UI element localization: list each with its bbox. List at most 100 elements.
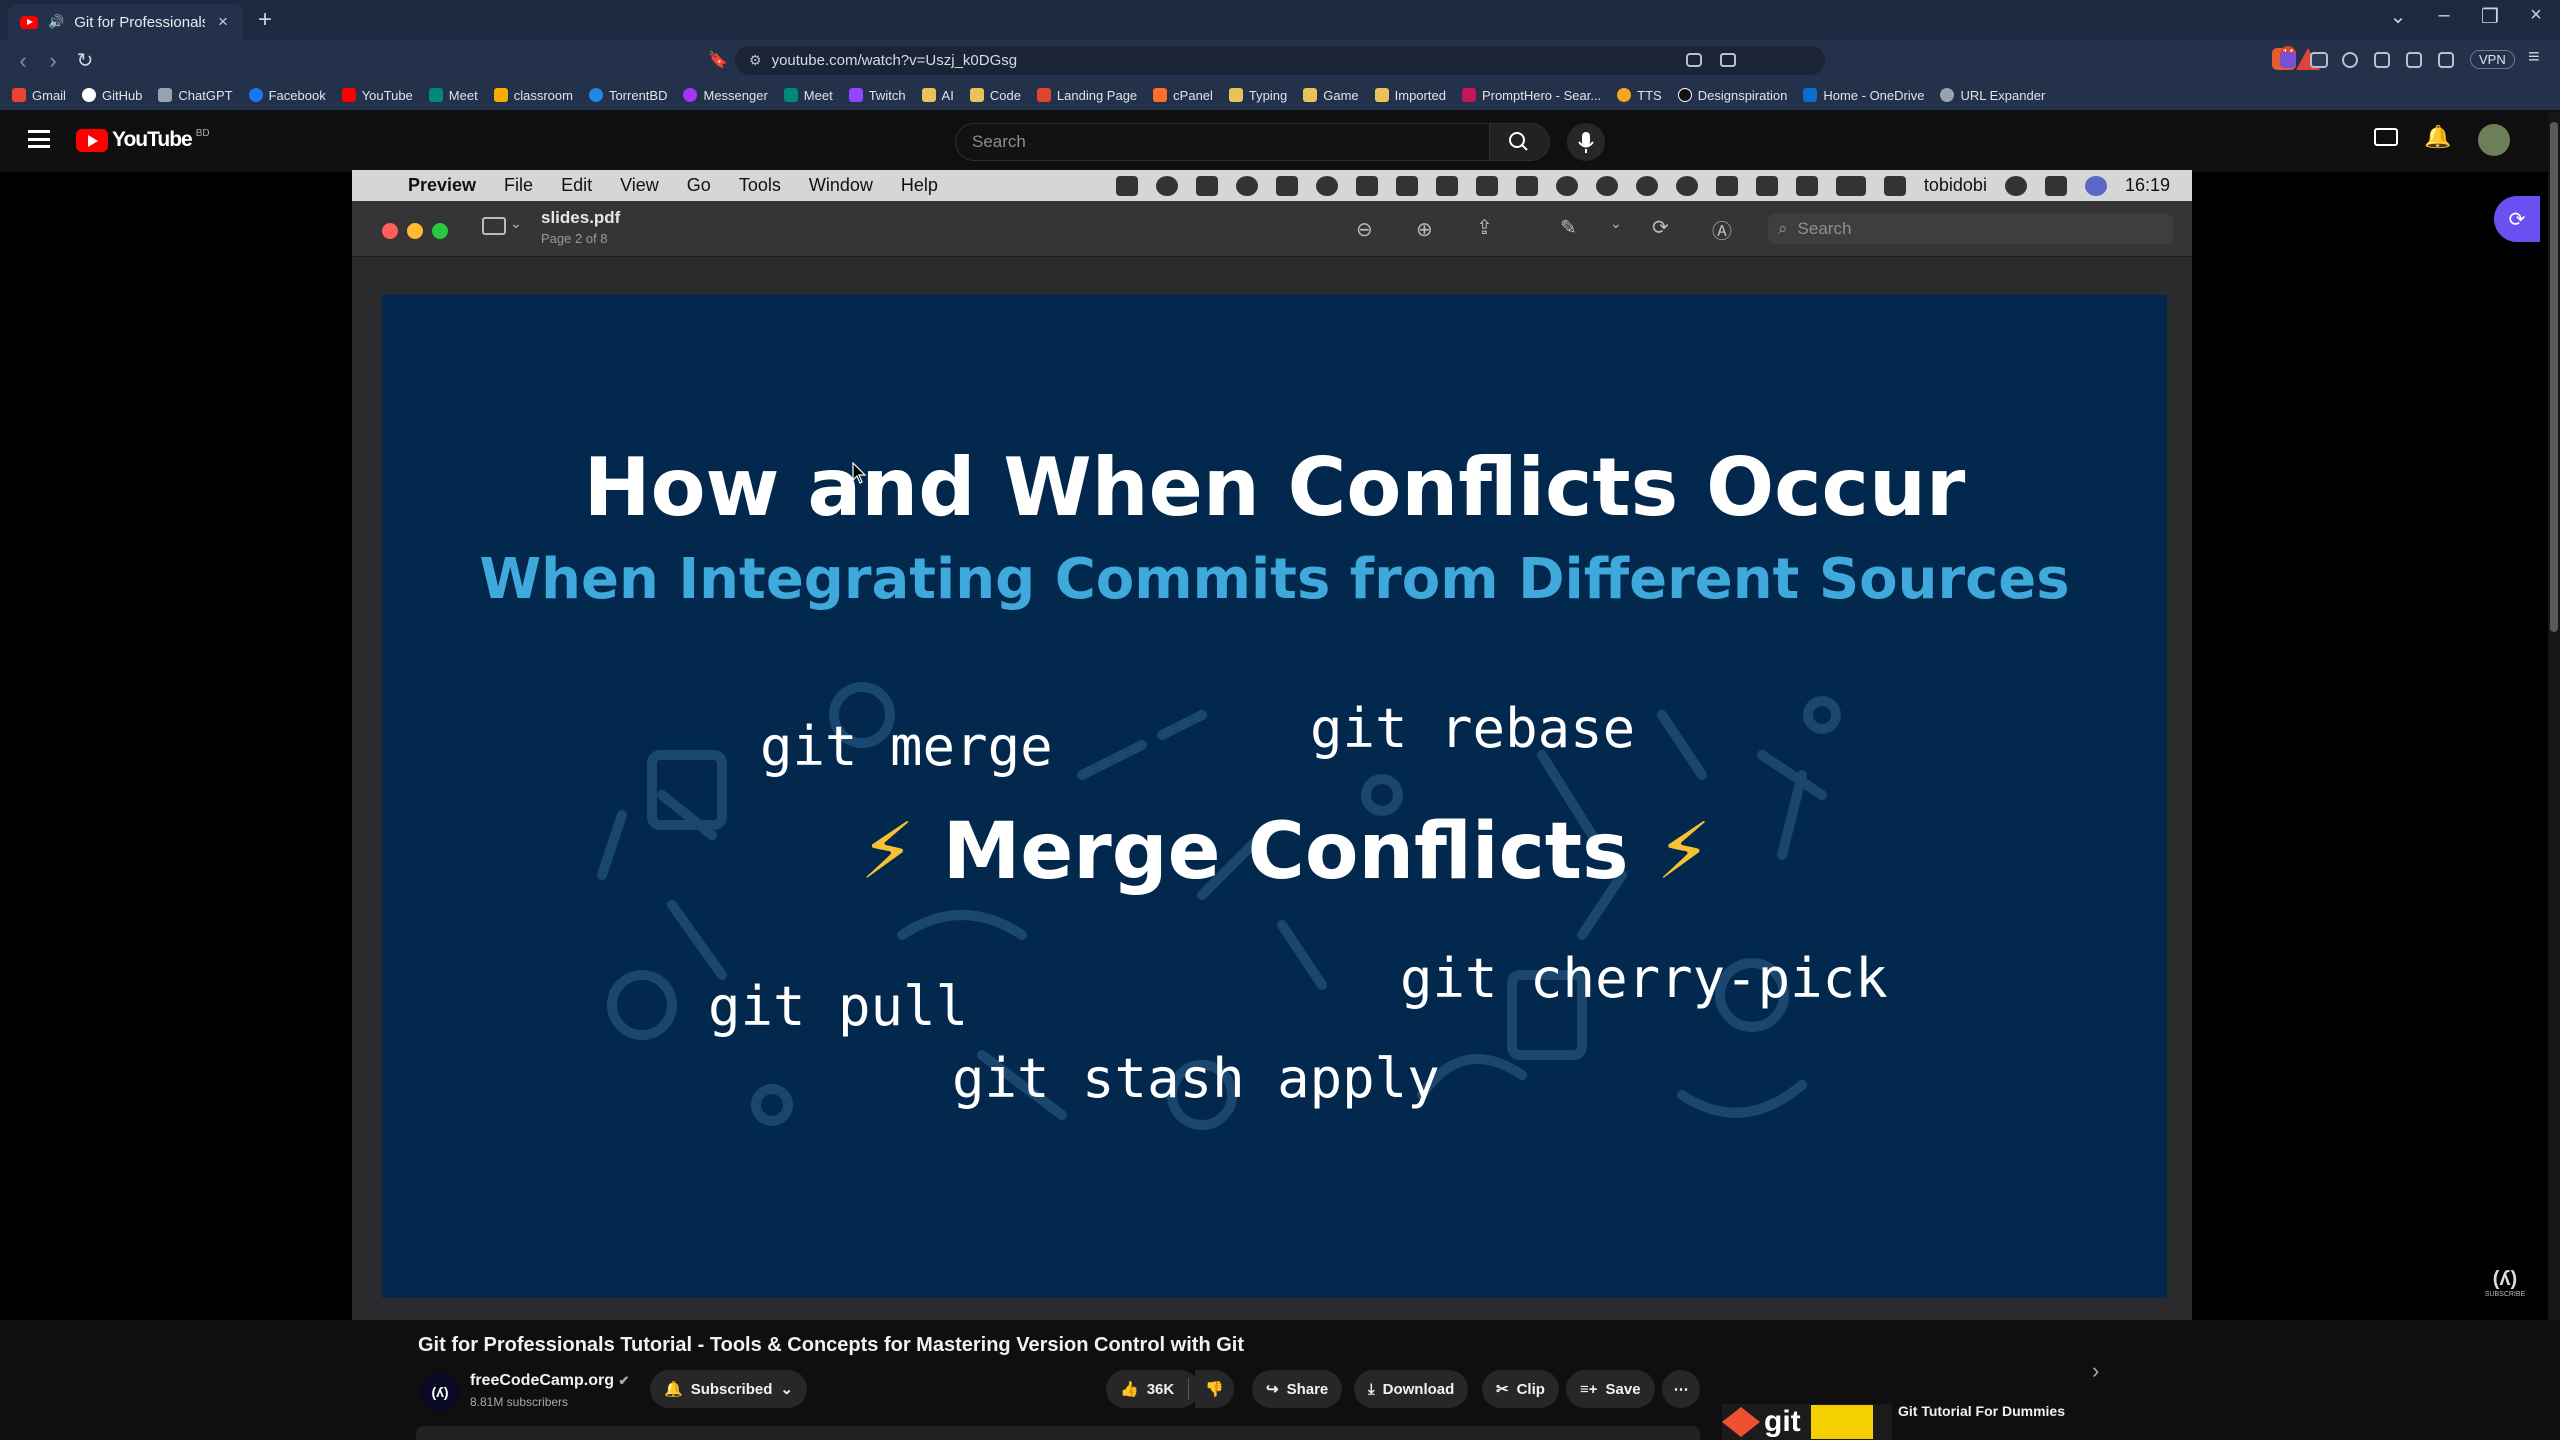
media-controls-icon[interactable] [2374, 52, 2390, 68]
download-icon: ⤓ [1368, 1380, 1375, 1398]
like-button[interactable]: 👍 36K [1106, 1370, 1200, 1408]
bookmark-item[interactable]: URL Expander [1940, 88, 2045, 103]
bookmark-item[interactable]: Meet [428, 88, 478, 103]
bookmark-item[interactable]: TTS [1617, 88, 1662, 103]
username: tobidobi [1923, 175, 1987, 195]
bookmark-folder[interactable]: Imported [1374, 88, 1446, 103]
zoom-out-icon: ⊖ [1356, 219, 1373, 241]
extension-icon[interactable] [2342, 52, 2358, 68]
forward-button[interactable]: › [38, 48, 68, 74]
wifi-icon [1883, 175, 1906, 196]
bookmark-item[interactable]: ChatGPT [158, 88, 233, 103]
search-input[interactable]: Search [955, 123, 1490, 161]
back-button[interactable]: ‹ [8, 48, 38, 74]
siri-icon [2084, 175, 2107, 196]
wallet-icon[interactable] [2438, 52, 2454, 68]
close-window-button[interactable]: × [2516, 4, 2556, 27]
youtube-logo[interactable]: YouTube BD [76, 128, 210, 152]
bookmark-item[interactable]: Meet [783, 88, 833, 103]
add-to-playlist-icon: ≡+ [1580, 1380, 1598, 1398]
dislike-button[interactable]: 👎 [1195, 1370, 1234, 1408]
merge-conflicts-heading: ⚡ Merge Conflicts ⚡ [860, 807, 1711, 897]
clock-icon [1635, 175, 1658, 196]
folder-icon [969, 88, 984, 102]
channel-name[interactable]: freeCodeCamp.org ✔ [470, 1372, 629, 1390]
menu-item: View [620, 175, 659, 195]
bookmark-folder[interactable]: Game [1303, 88, 1359, 103]
extension-icon[interactable] [2280, 52, 2296, 68]
share-button[interactable]: ↪ Share [1252, 1370, 1343, 1408]
extension-icon[interactable] [2310, 52, 2328, 68]
browser-menu-icon[interactable]: ≡ [2528, 46, 2540, 69]
download-button[interactable]: ⤓ Download [1354, 1370, 1469, 1408]
bookmark-item[interactable]: classroom [493, 88, 573, 103]
assistant-widget-icon[interactable]: ⟳ [2494, 196, 2540, 242]
bookmark-item[interactable]: Facebook [248, 88, 326, 103]
chevron-right-icon[interactable]: › [2092, 1358, 2099, 1384]
new-tab-button[interactable]: + [258, 6, 272, 34]
search-icon [1509, 132, 1528, 151]
browser-tab-active[interactable]: 🔊 Git for Professionals Tutorial × [8, 4, 243, 40]
channel-watermark[interactable]: (ʎ) SUBSCRIBE [2484, 1268, 2526, 1310]
bookmark-item[interactable]: TorrentBD [588, 88, 667, 103]
bookmark-item[interactable]: Home - OneDrive [1803, 88, 1924, 103]
bookmark-item[interactable]: cPanel [1153, 88, 1213, 103]
sidebar-icon[interactable] [2406, 52, 2422, 68]
tab-title: Git for Professionals Tutorial [74, 13, 205, 31]
menu-item: Preview [408, 175, 477, 195]
minimize-button[interactable]: – [2424, 4, 2464, 27]
create-video-icon[interactable] [2374, 128, 2398, 146]
keyboard-icon [1715, 175, 1738, 196]
more-actions-button[interactable]: ⋯ [1662, 1370, 1700, 1408]
bookmark-folder[interactable]: Code [969, 88, 1021, 103]
app-icon [1515, 175, 1538, 196]
bookmark-item[interactable]: Gmail [12, 88, 66, 103]
bookmark-item[interactable]: PromptHero - Sear... [1461, 88, 1601, 103]
bookmark-folder[interactable]: Typing [1228, 88, 1287, 103]
bookmark-item[interactable]: YouTube [341, 88, 413, 103]
page-scrollbar[interactable] [2548, 112, 2560, 1440]
avatar[interactable] [2478, 124, 2510, 156]
search-button[interactable] [1490, 123, 1550, 161]
command-label: git stash apply [952, 1047, 1440, 1110]
next-video-thumbnail[interactable]: git [1722, 1404, 1892, 1440]
window-zoom-button [432, 223, 448, 239]
bookmark-item[interactable]: Twitch [848, 88, 906, 103]
folder-icon [1374, 88, 1389, 102]
dummies-badge [1810, 1405, 1873, 1439]
save-button[interactable]: ≡+ Save [1566, 1370, 1655, 1408]
tab-search-icon[interactable]: ⌄ [2378, 4, 2418, 29]
app-icon [1275, 175, 1298, 196]
evernote-icon [1235, 175, 1258, 196]
maximize-button[interactable]: ❐ [2470, 4, 2510, 29]
bookmark-item[interactable]: GitHub [81, 88, 142, 103]
reload-button[interactable]: ↻ [70, 48, 100, 73]
voice-search-button[interactable] [1567, 123, 1605, 161]
clip-button[interactable]: ✂ Clip [1482, 1370, 1559, 1408]
bookmark-page-icon[interactable]: 🔖 [708, 50, 728, 70]
password-icon [1595, 175, 1618, 196]
bookmark-item[interactable]: Landing Page [1036, 88, 1137, 103]
search-icon: ⌕ [1778, 219, 1788, 238]
hamburger-menu-icon[interactable] [28, 130, 50, 148]
address-bar[interactable]: ⚙ youtube.com/watch?v=Uszj_k0DGsg [735, 46, 1825, 75]
lightning-icon: ⚡ [1656, 807, 1712, 897]
share-page-icon[interactable] [1720, 53, 1736, 67]
bookmark-item[interactable]: Designspiration [1677, 88, 1787, 103]
classroom-icon [493, 88, 508, 102]
battery-icon [1835, 175, 1866, 196]
vpn-button[interactable]: VPN [2470, 50, 2515, 69]
bookmark-item[interactable]: Messenger [683, 88, 768, 103]
close-tab-icon[interactable]: × [215, 12, 231, 32]
cast-icon[interactable] [1686, 53, 1702, 67]
description-box[interactable] [416, 1426, 1700, 1440]
app-icon [1475, 175, 1498, 196]
channel-avatar[interactable]: (ʎ) [420, 1372, 460, 1412]
bookmark-folder[interactable]: AI [921, 88, 954, 103]
menu-item: Help [900, 175, 938, 195]
subscribed-button[interactable]: 🔔 Subscribed ⌄ [650, 1370, 807, 1408]
site-info-icon[interactable]: ⚙ [749, 52, 762, 69]
next-video-title[interactable]: Git Tutorial For Dummies [1898, 1403, 2065, 1419]
youtube-icon [341, 88, 356, 102]
notifications-icon[interactable]: 🔔 [2424, 124, 2451, 150]
